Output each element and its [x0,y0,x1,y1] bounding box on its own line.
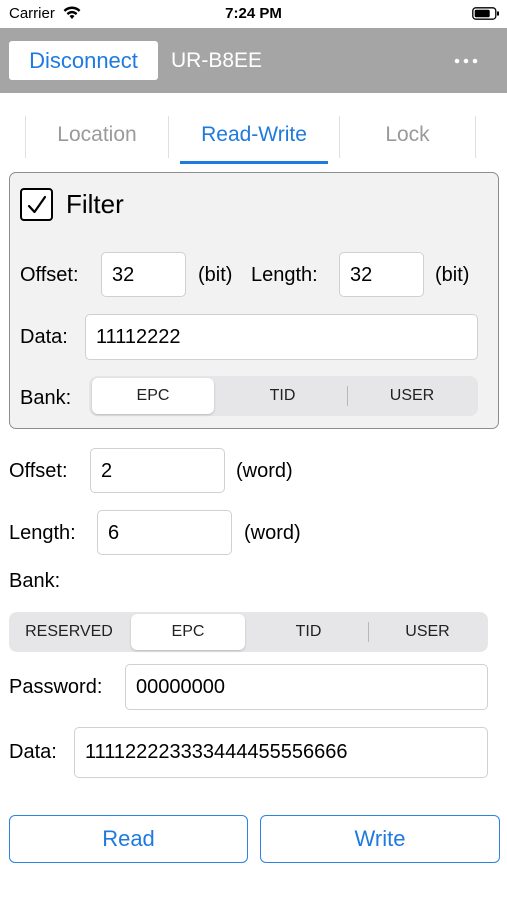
filter-bank-user[interactable]: USER [349,378,475,414]
bank-reserved[interactable]: RESERVED [12,614,126,650]
write-button[interactable]: Write [260,815,500,863]
filter-bank-label: Bank: [20,387,72,409]
bank-tid[interactable]: TID [250,614,367,650]
tab-active-indicator [180,161,328,164]
filter-data-input[interactable]: 11112222 [85,314,478,360]
filter-length-unit: (bit) [435,264,470,286]
password-input[interactable]: 00000000 [125,664,488,710]
device-name-title: UR-B8EE [171,49,263,72]
segment-divider [368,622,369,642]
navigation-bar: Disconnect UR-B8EE [0,28,507,93]
filter-panel: Filter Offset: 32 (bit) Length: 32 (bit)… [9,172,499,429]
offset-label: Offset: [9,460,68,482]
disconnect-button[interactable]: Disconnect [9,41,158,80]
battery-icon [472,7,499,20]
tab-read-write[interactable]: Read-Write [169,112,339,166]
filter-data-label: Data: [20,326,68,348]
filter-bank-tid[interactable]: TID [219,378,346,414]
filter-length-label: Length: [251,264,318,286]
offset-unit: (word) [236,460,293,482]
data-input[interactable]: 111122223333444455556666 [74,727,488,778]
more-options-icon[interactable] [454,58,478,64]
filter-length-input[interactable]: 32 [339,252,424,297]
tab-divider [475,116,476,158]
bank-label: Bank: [9,570,61,592]
filter-label: Filter [66,189,124,219]
filter-bank-epc[interactable]: EPC [92,378,214,414]
length-label: Length: [9,522,76,544]
tab-bar: Location Read-Write Lock [0,112,507,166]
tab-lock[interactable]: Lock [340,112,475,166]
filter-bank-segmented-control: EPC TID USER [89,376,478,416]
filter-offset-label: Offset: [20,264,79,286]
filter-offset-unit: (bit) [198,264,233,286]
bank-user[interactable]: USER [370,614,485,650]
filter-offset-input[interactable]: 32 [101,252,186,297]
segment-divider [347,386,348,406]
offset-input[interactable]: 2 [90,448,225,493]
filter-checkbox[interactable] [20,188,53,221]
read-button[interactable]: Read [9,815,248,863]
bank-epc[interactable]: EPC [131,614,245,650]
checkmark-icon [27,195,47,214]
data-label: Data: [9,741,57,763]
tab-location[interactable]: Location [26,112,168,166]
length-input[interactable]: 6 [97,510,232,555]
clock-label: 7:24 PM [225,5,282,22]
bank-segmented-control: RESERVED EPC TID USER [9,612,488,652]
password-label: Password: [9,676,103,698]
length-unit: (word) [244,522,301,544]
status-bar: Carrier 7:24 PM [0,0,507,28]
